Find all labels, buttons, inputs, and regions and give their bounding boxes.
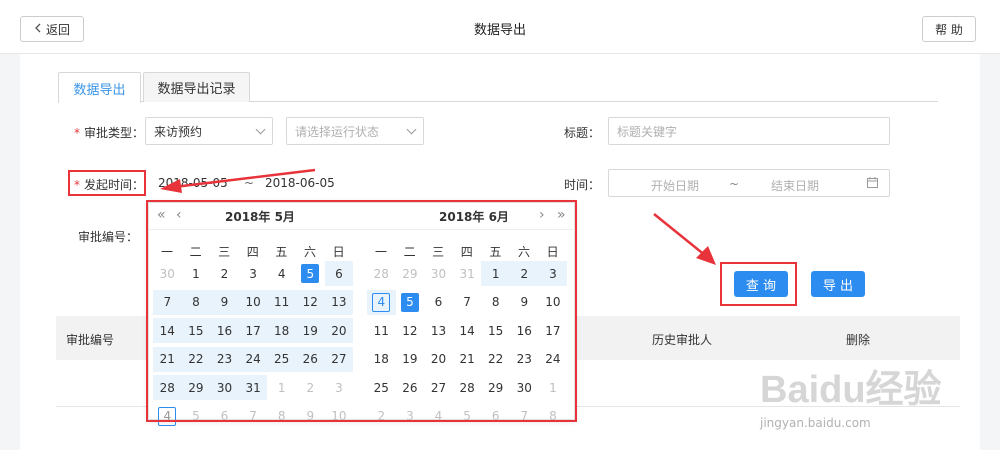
export-button[interactable]: 导 出 [811,271,865,297]
tab-bar: 数据导出 数据导出记录 [58,72,938,103]
annotation-arrow-right [653,213,716,265]
baidu-watermark: Baidu经验 jingyan.baidu.com [760,358,985,438]
calendar-icon [867,177,878,191]
column-delete: 删除 [846,333,871,347]
chevron-down-icon [406,124,417,135]
annotation-box-start-time [68,170,146,196]
column-history-approver: 历史审批人 [652,333,713,347]
approval-type-select[interactable]: 来访预约 [145,117,273,145]
chevron-down-icon [255,124,266,135]
tab-data-export[interactable]: 数据导出 [58,72,141,103]
title-input[interactable]: 标题关键字 [608,117,890,145]
time-label: 时间： [563,178,600,192]
approval-type-value: 来访预约 [154,124,203,139]
annotation-box-datepicker [146,200,577,422]
page-title: 数据导出 [473,23,526,38]
approval-no-label: 审批编号： [77,230,138,244]
time-range-picker[interactable]: 开始日期 ~ 结束日期 [608,169,890,197]
annotation-box-query [720,262,797,306]
annotation-arrow-left [160,168,316,193]
top-bar: 返回 数据导出 帮 助 [0,0,1000,54]
end-date-placeholder: 结束日期 [771,179,820,193]
time-range-separator: ~ [729,177,740,191]
watermark-url: jingyan.baidu.com [760,416,871,430]
tab-export-records[interactable]: 数据导出记录 [143,72,250,102]
title-label: 标题： [563,126,600,140]
run-status-select[interactable]: 请选择运行状态 [286,117,424,145]
watermark-text: Baidu经验 [760,369,942,411]
start-date-placeholder: 开始日期 [651,179,700,193]
column-approval-no: 审批编号 [66,333,115,347]
help-button[interactable]: 帮 助 [922,16,976,42]
run-status-placeholder: 请选择运行状态 [295,124,380,139]
approval-type-label: * 审批类型： [73,126,144,140]
